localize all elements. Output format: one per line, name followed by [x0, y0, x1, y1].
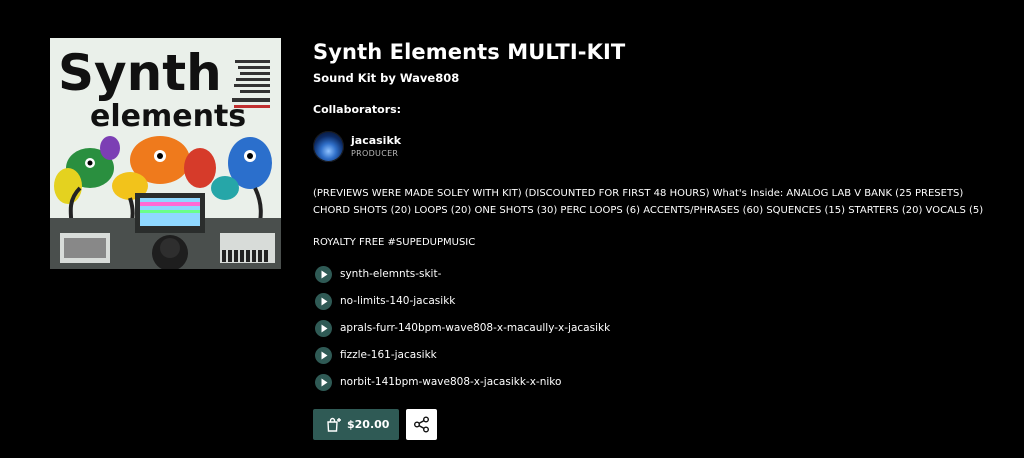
play-icon[interactable]: [315, 293, 332, 310]
track-title[interactable]: aprals-furr-140bpm-wave808-x-macaully-x-…: [340, 322, 610, 334]
track-item[interactable]: aprals-furr-140bpm-wave808-x-macaully-x-…: [313, 319, 813, 339]
play-icon[interactable]: [315, 347, 332, 364]
product-title: Synth Elements MULTI-KIT: [313, 40, 626, 64]
track-item[interactable]: fizzle-161-jacasikk: [313, 346, 813, 366]
share-icon: [414, 416, 429, 433]
track-title[interactable]: synth-elemnts-skit-: [340, 268, 441, 280]
collaborator-card[interactable]: jacasikk PRODUCER: [313, 130, 513, 162]
product-subtitle[interactable]: Sound Kit by Wave808: [313, 71, 459, 85]
add-to-cart-button[interactable]: $20.00: [313, 409, 399, 440]
svg-text:Synth: Synth: [58, 44, 222, 102]
track-item[interactable]: no-limits-140-jacasikk: [313, 292, 813, 312]
share-button[interactable]: [406, 409, 437, 440]
play-icon[interactable]: [315, 374, 332, 391]
track-item[interactable]: norbit-141bpm-wave808-x-jacasikk-x-niko: [313, 373, 813, 393]
track-title[interactable]: fizzle-161-jacasikk: [340, 349, 437, 361]
play-icon[interactable]: [315, 266, 332, 283]
svg-text:elements: elements: [90, 99, 246, 134]
cover-art: Synth elements: [50, 38, 281, 269]
track-item[interactable]: synth-elemnts-skit-: [313, 265, 813, 285]
price-label: $20.00: [347, 418, 390, 431]
collaborator-role: PRODUCER: [351, 149, 399, 158]
track-title[interactable]: norbit-141bpm-wave808-x-jacasikk-x-niko: [340, 376, 561, 388]
track-title[interactable]: no-limits-140-jacasikk: [340, 295, 455, 307]
royalty-note: ROYALTY FREE #SUPEDUPMUSIC: [313, 237, 476, 248]
product-description: (PREVIEWS WERE MADE SOLEY WITH KIT) (DIS…: [313, 188, 984, 216]
product-page: Synth elements Synth Elements MULTI-KIT …: [0, 0, 1024, 458]
collaborators-heading: Collaborators:: [313, 103, 402, 116]
play-icon[interactable]: [315, 320, 332, 337]
shopping-bag-plus-icon: [327, 417, 341, 432]
avatar[interactable]: [313, 131, 344, 162]
collaborator-name[interactable]: jacasikk: [351, 134, 401, 147]
